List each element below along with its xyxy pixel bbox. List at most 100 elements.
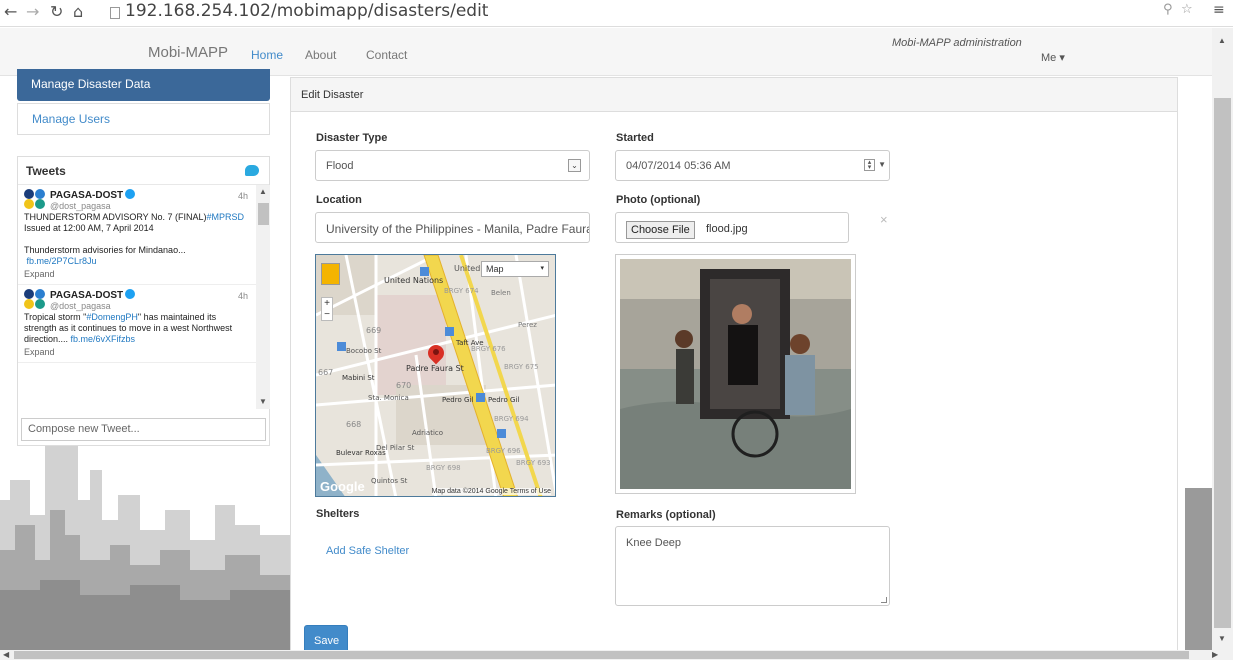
pagasa-avatar[interactable]	[24, 289, 46, 309]
pagasa-avatar[interactable]	[24, 189, 46, 209]
tweets-scroll-thumb[interactable]	[258, 203, 269, 225]
tweet-item[interactable]: PAGASA-DOST @dost_pagasa 4h THUNDERSTORM…	[18, 185, 256, 285]
scroll-down-icon[interactable]: ▼	[1218, 634, 1226, 643]
tweet-item[interactable]: PAGASA-DOST @dost_pagasa 4h Tropical sto…	[18, 285, 256, 363]
nav-contact[interactable]: Contact	[366, 48, 407, 62]
map-label: BRGY 676	[471, 345, 506, 353]
star-icon[interactable]: ☆	[1181, 2, 1193, 17]
tweets-title: Tweets	[26, 164, 66, 178]
remarks-textarea[interactable]: Knee Deep	[615, 526, 890, 606]
street-view-pegman-icon[interactable]	[321, 263, 340, 285]
tweet-author[interactable]: PAGASA-DOST	[50, 290, 123, 301]
tweet-list: PAGASA-DOST @dost_pagasa 4h THUNDERSTORM…	[18, 185, 256, 409]
tweet-handle[interactable]: @dost_pagasa	[50, 201, 111, 211]
sidebar-item-label: Manage Disaster Data	[31, 77, 151, 91]
file-name: flood.jpg	[706, 223, 748, 235]
map-label: Mabini St	[342, 374, 375, 382]
forward-icon[interactable]: →	[26, 2, 39, 21]
verified-icon	[125, 189, 136, 199]
location-input[interactable]: University of the Philippines - Manila, …	[315, 212, 590, 243]
tweet-text: Thunderstorm advisories for Mindanao...	[24, 245, 186, 255]
tweet-text: THUNDERSTORM ADVISORY No. 7 (FINAL)	[24, 212, 207, 222]
home-icon[interactable]: ⌂	[73, 2, 83, 21]
add-safe-shelter-link[interactable]: Add Safe Shelter	[326, 545, 409, 557]
tweet-body: Tropical storm "#DomengPH" has maintaine…	[24, 312, 250, 358]
tweet-link[interactable]: fb.me/2P7CLr8Ju	[27, 256, 97, 266]
scroll-up-icon[interactable]: ▲	[259, 187, 267, 196]
tweet-handle[interactable]: @dost_pagasa	[50, 301, 111, 311]
map-label: BRGY 696	[486, 447, 521, 455]
map-label: Belen	[491, 289, 511, 297]
started-value: 04/07/2014 05:36 AM	[626, 160, 731, 172]
chevron-down-icon[interactable]: ⌄	[568, 159, 581, 172]
disaster-photo	[615, 254, 856, 494]
menu-icon[interactable]: ≡	[1213, 2, 1225, 18]
tweet-hashtag[interactable]: #MPRSD	[207, 212, 245, 222]
started-datetime-input[interactable]: 04/07/2014 05:36 AM ▴ ▾ ▼	[615, 150, 890, 181]
tweet-text: Tropical storm "	[24, 312, 87, 322]
shelters-label: Shelters	[316, 508, 360, 520]
compose-tweet-input[interactable]: Compose new Tweet...	[21, 418, 266, 441]
page-vertical-scrollbar[interactable]: ▲ ▼	[1212, 28, 1233, 650]
scroll-up-icon[interactable]: ▲	[1218, 36, 1226, 45]
map-tiles: United Nations United N Belen BRGY 674 P…	[316, 255, 555, 496]
map-label: 670	[396, 381, 411, 390]
brand-logo[interactable]: Mobi-MAPP	[148, 44, 228, 61]
resize-grip-icon[interactable]	[881, 597, 887, 603]
tweet-time[interactable]: 4h	[238, 191, 248, 202]
twitter-bird-icon[interactable]	[245, 165, 259, 176]
zoom-control[interactable]: + −	[321, 297, 333, 321]
city-skyline-decoration	[0, 445, 290, 650]
browser-toolbar: ← → ↻ ⌂ 192.168.254.102/mobimapp/disaste…	[0, 0, 1233, 27]
map-label: Pedro Gil	[488, 396, 519, 404]
tweet-body: THUNDERSTORM ADVISORY No. 7 (FINAL)#MPRS…	[24, 212, 250, 280]
reload-icon[interactable]: ↻	[50, 2, 63, 21]
choose-file-button[interactable]: Choose File	[626, 221, 695, 239]
tweet-expand[interactable]: Expand	[24, 347, 250, 358]
map-type-value: Map	[486, 264, 504, 274]
map-label: Padre Faura St	[406, 364, 464, 373]
tweet-time[interactable]: 4h	[238, 291, 248, 302]
page-hscroll-thumb[interactable]	[14, 651, 1189, 659]
spinner-icon[interactable]: ▴ ▾	[864, 159, 875, 171]
flood-photo-image	[620, 259, 851, 489]
zoom-icon[interactable]: ⚲	[1163, 2, 1173, 17]
map-label: Bocobo St	[346, 347, 382, 355]
tweet-link[interactable]: fb.me/6vXFifzbs	[71, 334, 136, 344]
page-icon	[110, 7, 120, 19]
tweet-text: Issued at 12:00 AM, 7 April 2014	[24, 223, 154, 233]
location-map[interactable]: United Nations United N Belen BRGY 674 P…	[315, 254, 556, 497]
address-bar[interactable]: 192.168.254.102/mobimapp/disasters/edit	[125, 1, 488, 21]
verified-icon	[125, 289, 136, 299]
nav-home[interactable]: Home	[251, 48, 283, 62]
sidebar-item-manage-disaster-data[interactable]: Manage Disaster Data	[17, 69, 270, 101]
map-label: United Nations	[384, 276, 443, 285]
scroll-down-icon[interactable]: ▼	[259, 397, 267, 406]
calendar-dropdown-icon[interactable]: ▼	[878, 160, 886, 169]
tweet-author[interactable]: PAGASA-DOST	[50, 190, 123, 201]
map-credit[interactable]: Map data ©2014 Google Terms of Use	[431, 488, 551, 495]
photo-file-input[interactable]: Choose File flood.jpg	[615, 212, 849, 243]
user-menu[interactable]: Me ▾	[1041, 51, 1065, 64]
admin-title: Mobi-MAPP administration	[892, 37, 1022, 49]
map-label: 668	[346, 420, 361, 429]
scroll-left-icon[interactable]: ◀	[3, 650, 9, 659]
map-type-select[interactable]: Map ▾	[481, 261, 549, 277]
tweet-expand[interactable]: Expand	[24, 269, 250, 280]
page-scroll-thumb[interactable]	[1214, 98, 1231, 628]
nav-about[interactable]: About	[305, 48, 336, 62]
map-label: Sta. Monica	[368, 394, 409, 402]
page-horizontal-scrollbar[interactable]: ◀ ▶	[0, 650, 1233, 660]
tweet-hashtag[interactable]: #DomengPH	[86, 312, 138, 322]
map-label: BRGY 675	[504, 363, 539, 371]
started-label: Started	[616, 132, 654, 144]
google-logo[interactable]: Google	[320, 479, 365, 494]
scroll-right-icon[interactable]: ▶	[1212, 650, 1218, 659]
sidebar-item-manage-users[interactable]: Manage Users	[17, 103, 270, 135]
tweets-scrollbar[interactable]: ▲ ▼	[256, 185, 270, 409]
back-icon[interactable]: ←	[4, 2, 17, 21]
disaster-type-select[interactable]: Flood ⌄	[315, 150, 590, 181]
flood-photo-drawing	[620, 259, 851, 489]
save-button[interactable]: Save	[304, 625, 348, 653]
remove-photo-icon[interactable]: ×	[880, 212, 888, 227]
